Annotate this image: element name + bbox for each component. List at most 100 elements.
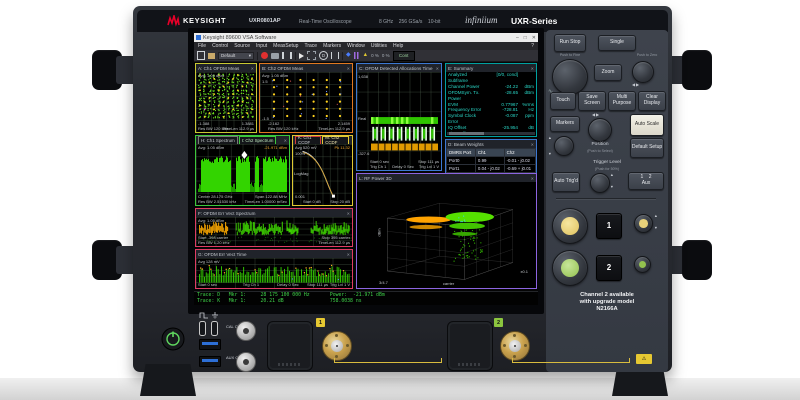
- multi-purpose-button[interactable]: Multi Purpose: [608, 91, 636, 111]
- channel2-group-bracket: [512, 358, 630, 363]
- panel-title: A: Ch1 OFDM Meas: [198, 65, 240, 71]
- channel2-probe-slot[interactable]: [447, 321, 493, 371]
- horizontal-position-knob[interactable]: [632, 61, 654, 83]
- marker-select-knob[interactable]: [588, 118, 612, 142]
- probe-comp-terminal[interactable]: [199, 321, 206, 336]
- zoom-button[interactable]: Zoom: [594, 64, 622, 81]
- menu-control[interactable]: Control: [212, 43, 228, 49]
- panel-close-icon[interactable]: ✕: [251, 66, 254, 71]
- touch-button[interactable]: Touch: [550, 92, 576, 110]
- constellation-view-icon[interactable]: ◆: [346, 52, 351, 59]
- channel2-input-connector[interactable]: [500, 331, 530, 361]
- menu-markers[interactable]: Markers: [323, 43, 341, 49]
- menu-window[interactable]: Window: [347, 43, 365, 49]
- menu-trace[interactable]: Trace: [304, 43, 317, 49]
- new-file-icon[interactable]: [197, 51, 205, 60]
- scrollbar-thumb[interactable]: [449, 132, 485, 135]
- horizontal-scrollbar[interactable]: [447, 132, 535, 135]
- channel2-button[interactable]: 2: [596, 255, 622, 281]
- channel1-input-connector[interactable]: [322, 331, 352, 361]
- close-icon[interactable]: ✕: [532, 35, 536, 41]
- y-max-label: 1,638: [358, 74, 369, 79]
- brand-name: KEYSIGHT: [183, 16, 227, 25]
- save-screen-button[interactable]: Save Screen: [578, 91, 606, 111]
- err-vect-time-plot: Avg 128 mV Start 0 sec Trig Ch 1 Delay 0…: [196, 258, 352, 288]
- up-arrow: ▲: [654, 214, 658, 218]
- minimize-icon[interactable]: –: [516, 35, 519, 41]
- panel-close-icon[interactable]: ✕: [531, 176, 534, 181]
- pause-icon[interactable]: [282, 52, 292, 59]
- channel1-offset-cap: [639, 219, 648, 228]
- panel-close-icon[interactable]: ✕: [284, 138, 287, 143]
- help-icon[interactable]: ?: [531, 43, 534, 49]
- panel-close-icon[interactable]: ✕: [347, 252, 350, 257]
- run-stop-button[interactable]: Run Stop: [554, 34, 586, 52]
- panel-err-vect-spectrum[interactable]: F: OFDM Err Vect Spectrum ✕ Avg: 1.05 dBm…: [195, 208, 353, 247]
- channel1-button[interactable]: 1: [596, 213, 622, 239]
- menu-file[interactable]: File: [198, 43, 206, 49]
- menu-source[interactable]: Source: [234, 43, 250, 49]
- channel1-probe-slot[interactable]: [267, 321, 313, 371]
- panel-ccdf[interactable]: K: Ch1 CCDF M: Ch2 CCDF Avg 520 mV Pk 11…: [292, 135, 353, 206]
- markers-button[interactable]: Markers: [550, 116, 580, 132]
- power-button[interactable]: [160, 326, 186, 352]
- warning-sticker: ⚠: [636, 354, 652, 364]
- auto-scale-button[interactable]: Auto Scale: [630, 114, 664, 136]
- record-icon[interactable]: [261, 52, 268, 59]
- panel-ofdm-meas-ch2[interactable]: B: Ch2 OFDM Meas ✕ Avg: 1.05 dBm 1.5 -1.5…: [259, 63, 353, 133]
- channel1-offset-knob[interactable]: [634, 214, 653, 233]
- y-mid-label: Real: [358, 116, 367, 122]
- channel2-scale-knob[interactable]: [552, 250, 588, 286]
- panel-close-icon[interactable]: ✕: [531, 142, 534, 147]
- cursors-icon[interactable]: [331, 52, 339, 59]
- panel-spectrum[interactable]: H: Ch1 Spectrum I: Ch2 Spectrum ✕ Avg: 1…: [195, 135, 290, 206]
- trigger-view-icon[interactable]: ▲: [363, 52, 368, 59]
- panel-summary[interactable]: E: Summary ✕ Analyzed Subframe [0/0, cond]…: [445, 63, 537, 137]
- y-axis-label: LogMag: [294, 171, 309, 177]
- ccdf-plot: Avg 520 mV Pk 11.32 100% LogMag 0.001 St…: [293, 144, 352, 205]
- window-titlebar[interactable]: Keysight 89600 VSA Software – □ ✕: [194, 33, 538, 42]
- panel-close-icon[interactable]: ✕: [347, 66, 350, 71]
- panel-title: B: Ch2 OFDM Meas: [262, 65, 304, 71]
- trigger-source-button[interactable]: 1 2 Aux: [628, 172, 664, 190]
- panel-err-vect-time[interactable]: G: OFDM Err Vect Time ✕ Avg 128 mV Start …: [195, 249, 353, 289]
- usb-port-bottom[interactable]: [199, 356, 221, 367]
- aux-out-connector[interactable]: [236, 352, 256, 372]
- position-knob[interactable]: [554, 136, 574, 156]
- clear-display-button[interactable]: Clear Display: [638, 91, 666, 111]
- zoom-select-icon[interactable]: [307, 51, 316, 60]
- camera-icon[interactable]: [271, 52, 279, 59]
- x-start-label: Start 0 sec: [198, 282, 218, 287]
- panel-close-icon[interactable]: ✕: [436, 66, 439, 71]
- spectrum-view-icon[interactable]: [353, 52, 360, 59]
- panel-ofdm-meas-ch1[interactable]: A: Ch1 OFDM Meas ✕ Avg: 1.05 dBm -1.388 1…: [195, 63, 257, 133]
- menu-utilities[interactable]: Utilities: [371, 43, 387, 49]
- panel-close-icon[interactable]: ✕: [531, 66, 534, 71]
- horizontal-scale-knob[interactable]: [552, 59, 588, 95]
- menu-meassetup[interactable]: MeasSetup: [273, 43, 298, 49]
- default-setup-button[interactable]: Default Setup: [630, 138, 664, 158]
- probe-comp-ground-terminal[interactable]: [211, 321, 218, 336]
- channel1-scale-knob[interactable]: [552, 208, 588, 244]
- panel-detected-allocations[interactable]: C: OFDM Detected Allocations Time ✕ 1,638…: [356, 63, 442, 171]
- menu-help[interactable]: Help: [393, 43, 403, 49]
- channel2-offset-knob[interactable]: [634, 256, 651, 273]
- cal-out-connector[interactable]: [236, 321, 256, 341]
- right-handle-lower: [682, 240, 712, 280]
- maximize-icon[interactable]: □: [524, 35, 527, 41]
- trigger-level-knob[interactable]: [590, 173, 610, 193]
- timelen-label: TimeLen 112.9 μs: [318, 240, 350, 245]
- panel-close-icon[interactable]: ✕: [347, 211, 350, 216]
- circle-d-icon[interactable]: D: [319, 51, 328, 60]
- single-button[interactable]: Single: [598, 35, 636, 51]
- panel-rf-power-3d[interactable]: L: RF Power 3D ✕ dBm 3/4.7 carrier x0.1: [356, 173, 537, 289]
- summary-readout: Analyzed Subframe [0/0, cond] Channel Pow…: [446, 72, 536, 136]
- auto-trigd-button[interactable]: Auto Trig'd: [552, 172, 580, 192]
- avg-readout: Avg 520 mV: [295, 145, 317, 150]
- menu-input[interactable]: Input: [256, 43, 267, 49]
- open-file-icon[interactable]: [208, 52, 215, 59]
- summary-value: [0/0, cond]: [496, 72, 518, 77]
- preset-combo[interactable]: Default ▾: [218, 51, 254, 60]
- pointer-icon[interactable]: [299, 52, 304, 59]
- usb-port-top[interactable]: [199, 339, 221, 350]
